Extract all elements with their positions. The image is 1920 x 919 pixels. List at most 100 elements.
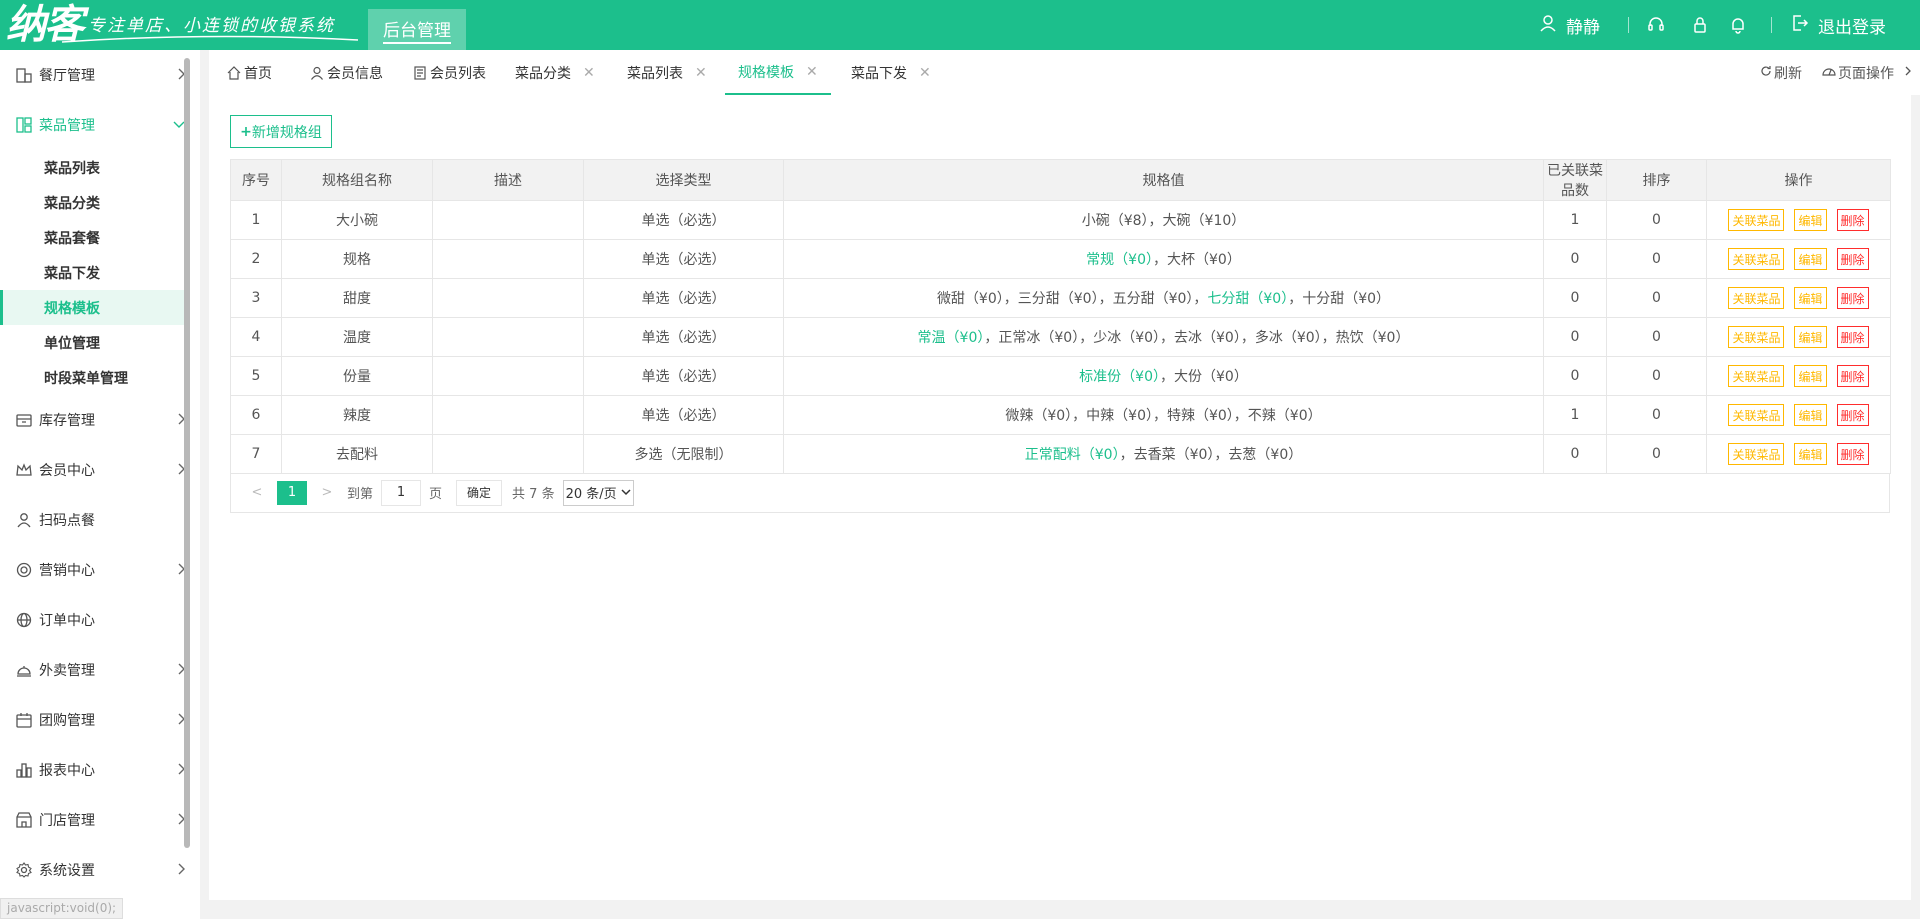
goto-confirm-button[interactable]: 确定 bbox=[456, 479, 503, 506]
add-spec-group-button[interactable]: + 新增规格组 bbox=[230, 115, 332, 148]
tab-home[interactable]: 首页 bbox=[227, 50, 272, 95]
edit-button[interactable]: 编辑 bbox=[1794, 287, 1827, 309]
link-dishes-button[interactable]: 关联菜品 bbox=[1728, 287, 1785, 309]
close-icon[interactable]: ✕ bbox=[919, 65, 931, 81]
column-header: 规格组名称 bbox=[281, 159, 433, 201]
tab-dish-distribute[interactable]: 菜品下发 ✕ bbox=[851, 50, 931, 95]
link-dishes-button[interactable]: 关联菜品 bbox=[1728, 404, 1785, 426]
lock-icon[interactable] bbox=[1687, 12, 1713, 38]
close-icon[interactable]: ✕ bbox=[583, 65, 595, 81]
bell-tray-icon bbox=[15, 661, 33, 679]
sidebar-item-marketing[interactable]: 营销中心 bbox=[0, 550, 190, 590]
spec-default-value: 标准份（¥0） bbox=[1079, 369, 1160, 385]
tab-member-info[interactable]: 会员信息 bbox=[310, 50, 383, 95]
edit-button[interactable]: 编辑 bbox=[1794, 326, 1827, 348]
current-page[interactable]: 1 bbox=[277, 480, 307, 505]
page-size-select[interactable]: 20 条/页 bbox=[562, 479, 634, 506]
sidebar-item-members[interactable]: 会员中心 bbox=[0, 450, 190, 490]
top-header: 纳客 专注单店、小连锁的收银系统 后台管理 静静 退出登录 bbox=[0, 0, 1920, 50]
delete-button[interactable]: 删除 bbox=[1836, 365, 1869, 387]
link-dishes-button[interactable]: 关联菜品 bbox=[1728, 443, 1785, 465]
page-number-input[interactable] bbox=[381, 479, 422, 506]
row-actions: 关联菜品 编辑 删除 bbox=[1707, 404, 1890, 426]
close-icon[interactable]: ✕ bbox=[695, 65, 707, 81]
edit-button[interactable]: 编辑 bbox=[1794, 443, 1827, 465]
bell-icon[interactable] bbox=[1725, 12, 1751, 38]
edit-button[interactable]: 编辑 bbox=[1794, 248, 1827, 270]
tab-label: 规格模板 bbox=[738, 64, 794, 81]
cell-select-type: 单选（必选） bbox=[583, 317, 784, 357]
table-row: 7 去配料 多选（无限制） 正常配料（¥0），去香菜（¥0），去葱（¥0） 0 0 关联菜品… bbox=[230, 434, 1891, 474]
plus-icon: + bbox=[240, 123, 252, 140]
delete-button[interactable]: 删除 bbox=[1836, 287, 1869, 309]
sidebar-item-label: 订单中心 bbox=[39, 613, 95, 629]
sidebar-item-stores[interactable]: 门店管理 bbox=[0, 800, 190, 840]
next-page-icon[interactable]: > bbox=[313, 485, 341, 500]
sidebar-scrollbar[interactable] bbox=[184, 58, 190, 848]
delete-button[interactable]: 删除 bbox=[1836, 404, 1869, 426]
user-icon bbox=[310, 66, 324, 80]
cell-actions: 关联菜品 编辑 删除 bbox=[1706, 317, 1891, 357]
close-icon[interactable]: ✕ bbox=[806, 64, 818, 80]
sidebar-subitem-dish-distribute[interactable]: 菜品下发 bbox=[0, 255, 190, 290]
cell-description bbox=[432, 278, 584, 318]
tab-dish-category[interactable]: 菜品分类 ✕ bbox=[515, 50, 595, 95]
sidebar-item-inventory[interactable]: 库存管理 bbox=[0, 400, 190, 440]
sidebar-subitem-spec-template[interactable]: 规格模板 bbox=[0, 290, 190, 325]
sidebar-item-restaurant[interactable]: 餐厅管理 bbox=[0, 55, 190, 95]
sidebar-item-settings[interactable]: 系统设置 bbox=[0, 850, 190, 890]
sidebar-item-scan-order[interactable]: 扫码点餐 bbox=[0, 500, 190, 540]
logout-button[interactable]: 退出登录 bbox=[1790, 13, 1886, 38]
cell-sort: 0 bbox=[1606, 395, 1707, 435]
sidebar-item-reports[interactable]: 报表中心 bbox=[0, 750, 190, 790]
sidebar-subitem-dish-list[interactable]: 菜品列表 bbox=[0, 150, 190, 185]
refresh-icon bbox=[1760, 65, 1772, 81]
sidebar-item-label: 餐厅管理 bbox=[39, 68, 95, 84]
link-dishes-button[interactable]: 关联菜品 bbox=[1728, 365, 1785, 387]
tab-tools: 刷新 页面操作 bbox=[1760, 50, 1912, 95]
cell-spec-values: 常规（¥0），大杯（¥0） bbox=[783, 239, 1544, 279]
sidebar-item-group-buy[interactable]: 团购管理 bbox=[0, 700, 190, 740]
sidebar-subitem-dish-category[interactable]: 菜品分类 bbox=[0, 185, 190, 220]
spec-value-text: 微甜（¥0），三分甜（¥0），五分甜（¥0）， bbox=[936, 291, 1208, 307]
sidebar-item-dishes[interactable]: 菜品管理 bbox=[0, 105, 190, 145]
refresh-button[interactable]: 刷新 bbox=[1760, 63, 1802, 83]
delete-button[interactable]: 删除 bbox=[1836, 248, 1869, 270]
sidebar-item-takeout[interactable]: 外卖管理 bbox=[0, 650, 190, 690]
edit-button[interactable]: 编辑 bbox=[1794, 404, 1827, 426]
page-operations-button[interactable]: 页面操作 bbox=[1822, 63, 1912, 83]
row-actions: 关联菜品 编辑 删除 bbox=[1707, 209, 1890, 231]
edit-button[interactable]: 编辑 bbox=[1794, 365, 1827, 387]
delete-button[interactable]: 删除 bbox=[1836, 443, 1869, 465]
tab-member-list[interactable]: 会员列表 bbox=[413, 50, 486, 95]
spec-value-text: 小碗（¥8），大碗（¥10） bbox=[1081, 213, 1246, 229]
tab-label: 菜品下发 bbox=[851, 65, 907, 82]
link-dishes-button[interactable]: 关联菜品 bbox=[1728, 248, 1785, 270]
cell-sort: 0 bbox=[1606, 434, 1707, 474]
sidebar-subitem-dish-combo[interactable]: 菜品套餐 bbox=[0, 220, 190, 255]
sidebar-subitem-time-menu[interactable]: 时段菜单管理 bbox=[0, 360, 190, 395]
status-bar-url: javascript:void(0); bbox=[0, 898, 124, 919]
sidebar-item-label: 系统设置 bbox=[39, 863, 95, 879]
chevron-down-icon bbox=[621, 485, 631, 500]
sidebar-subitem-unit[interactable]: 单位管理 bbox=[0, 325, 190, 360]
column-header: 操作 bbox=[1706, 159, 1891, 201]
tab-spec-template[interactable]: 规格模板 ✕ bbox=[725, 50, 831, 95]
delete-button[interactable]: 删除 bbox=[1836, 209, 1869, 231]
admin-tab[interactable]: 后台管理 bbox=[368, 9, 466, 50]
sidebar-item-orders[interactable]: 订单中心 bbox=[0, 600, 190, 640]
tab-label: 首页 bbox=[244, 65, 272, 82]
delete-button[interactable]: 删除 bbox=[1836, 326, 1869, 348]
logo-slogan: 专注单店、小连锁的收银系统 bbox=[88, 15, 335, 36]
user-menu[interactable]: 静静 bbox=[1538, 13, 1600, 38]
tab-dish-list[interactable]: 菜品列表 ✕ bbox=[627, 50, 707, 95]
target-icon bbox=[15, 561, 33, 579]
row-actions: 关联菜品 编辑 删除 bbox=[1707, 248, 1890, 270]
link-dishes-button[interactable]: 关联菜品 bbox=[1728, 326, 1785, 348]
prev-page-icon[interactable]: < bbox=[243, 485, 271, 500]
edit-button[interactable]: 编辑 bbox=[1794, 209, 1827, 231]
link-dishes-button[interactable]: 关联菜品 bbox=[1728, 209, 1785, 231]
cell-description bbox=[432, 239, 584, 279]
headset-icon[interactable] bbox=[1643, 12, 1669, 38]
bar-chart-icon bbox=[15, 761, 33, 779]
